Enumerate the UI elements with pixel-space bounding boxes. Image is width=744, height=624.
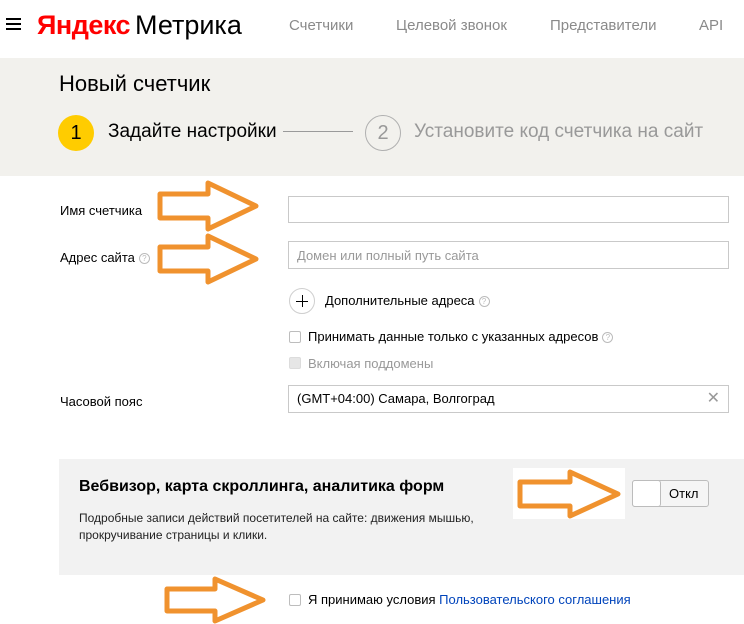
agreement-label: Я принимаю условия Пользовательского сог… — [308, 592, 631, 608]
logo[interactable]: Яндекс Метрика — [37, 10, 242, 40]
webvisor-title: Вебвизор, карта скроллинга, аналитика фо… — [79, 478, 445, 495]
toggle-label: Откл — [669, 486, 699, 501]
step-2-label: Установите код счетчика на сайт — [414, 121, 704, 142]
nav-api[interactable]: API — [699, 17, 723, 35]
step-1-label: Задайте настройки — [108, 121, 277, 142]
webvisor-toggle[interactable]: Откл — [632, 480, 709, 507]
add-address-plus-icon[interactable] — [289, 288, 315, 314]
arrow-right-icon — [157, 180, 259, 232]
only-specified-label-text: Принимать данные только с указанных адре… — [308, 329, 599, 344]
page-title: Новый счетчик — [59, 71, 211, 96]
arrow-right-icon — [517, 469, 621, 519]
webvisor-description: Подробные записи действий посетителей на… — [79, 511, 474, 542]
arrow-right-icon — [157, 233, 259, 285]
toggle-knob — [632, 480, 661, 507]
additional-addresses-link[interactable]: Дополнительные адреса — [325, 293, 475, 308]
timezone-value: (GMT+04:00) Самара, Волгоград — [297, 391, 495, 406]
question-circle-icon[interactable]: ? — [602, 332, 614, 343]
only-specified-checkbox[interactable] — [289, 331, 301, 343]
site-address-input[interactable] — [288, 241, 729, 269]
agreement-checkbox[interactable] — [289, 594, 301, 606]
menu-hamburger-icon[interactable] — [6, 17, 22, 31]
timezone-label: Часовой пояс — [60, 394, 143, 409]
user-agreement-link[interactable]: Пользовательского соглашения — [439, 592, 631, 607]
step-2-number: 2 — [365, 115, 401, 151]
header: Яндекс Метрика Счетчики Целевой звонок Пр… — [0, 0, 744, 58]
site-address-label-text: Адрес сайта — [60, 250, 135, 265]
logo-yandex: Яндекс — [37, 10, 131, 40]
logo-metrika: Метрика — [135, 10, 242, 40]
nav-representatives[interactable]: Представители — [550, 17, 656, 35]
additional-addresses: Дополнительные адреса? — [325, 293, 490, 309]
timezone-select[interactable]: (GMT+04:00) Самара, Волгоград ✕ — [288, 385, 729, 413]
nav-counters[interactable]: Счетчики — [289, 17, 353, 35]
nav-target-call[interactable]: Целевой звонок — [396, 17, 507, 35]
site-address-label: Адрес сайта? — [60, 250, 150, 266]
question-circle-icon[interactable]: ? — [478, 296, 490, 307]
arrow-right-icon — [164, 576, 266, 624]
agreement-text: Я принимаю условия — [308, 592, 436, 607]
question-circle-icon[interactable]: ? — [138, 253, 150, 264]
step-connector — [283, 131, 353, 132]
close-icon[interactable]: ✕ — [707, 386, 720, 412]
counter-name-label: Имя счетчика — [60, 203, 143, 218]
only-specified-label: Принимать данные только с указанных адре… — [308, 329, 614, 345]
counter-name-input[interactable] — [288, 196, 729, 223]
include-subdomains-label: Включая поддомены — [308, 356, 434, 371]
step-1-number: 1 — [58, 115, 94, 151]
include-subdomains-checkbox — [289, 357, 301, 369]
